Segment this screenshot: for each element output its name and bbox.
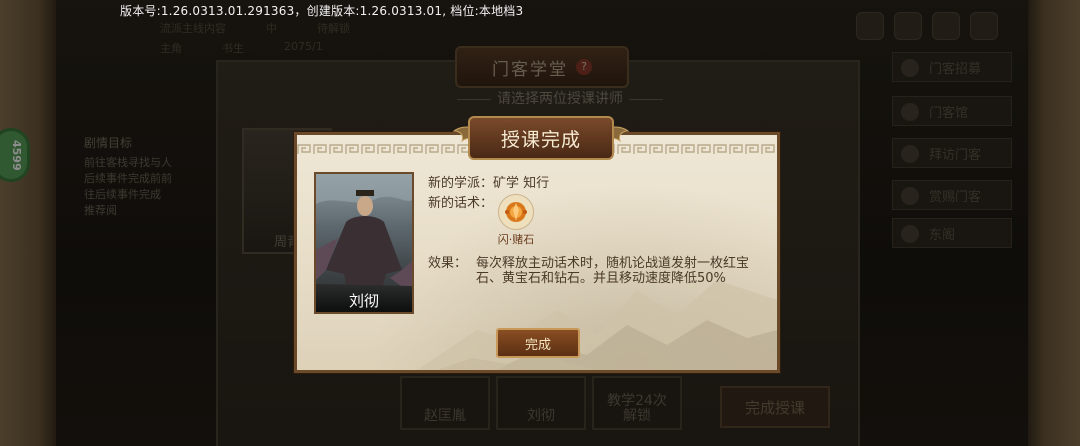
modal-title: 授课完成: [500, 128, 581, 151]
school-value: 矿学 知行: [493, 176, 550, 191]
skill-name: 闪·赌石: [497, 233, 535, 246]
game-scene: 流派主线内容 中 待解锁 主角 书生 2075/1 4599 剧情目标 前往客栈…: [0, 0, 1080, 446]
school-row: 新的学派：矿学 知行: [428, 172, 549, 191]
done-button[interactable]: 完成: [496, 328, 580, 358]
skill-gem-icon[interactable]: [498, 194, 534, 230]
amber-gem-icon: [505, 202, 527, 222]
character-name: 刘彻: [316, 286, 412, 312]
school-label: 新的学派：: [428, 176, 494, 191]
skill-label: 新的话术：: [428, 196, 494, 211]
version-info: 版本号:1.26.0313.01.291363，创建版本:1.26.0313.0…: [120, 4, 524, 18]
modal-title-plate: 授课完成: [468, 116, 614, 160]
character-portrait: 刘彻: [314, 172, 414, 314]
done-button-label: 完成: [524, 337, 551, 353]
effect-label: 效果：: [428, 256, 468, 271]
effect-text-line2: 石、黄宝石和钻石。并且移动速度降低50%: [476, 271, 726, 286]
